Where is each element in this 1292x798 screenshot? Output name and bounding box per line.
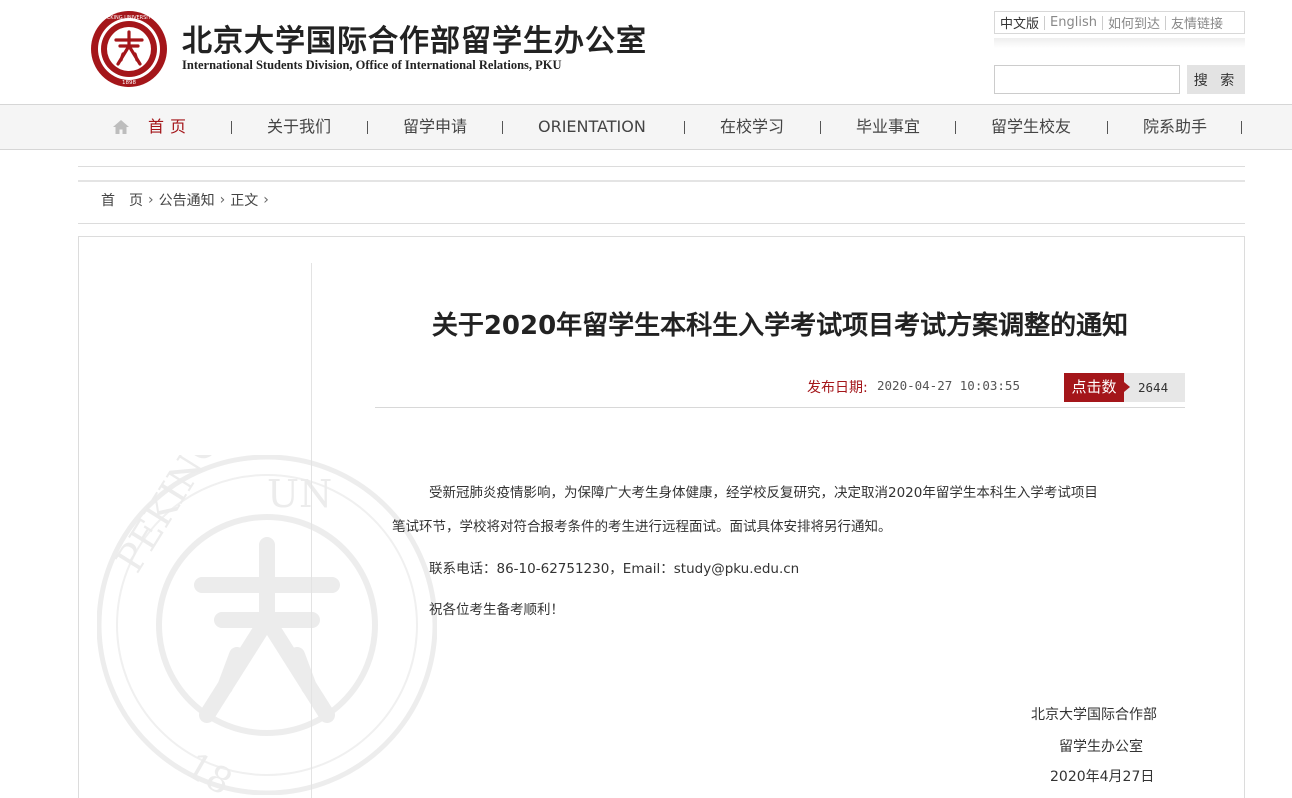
nav-divider	[367, 121, 368, 134]
pku-seal-watermark: PEKING UN 18	[97, 455, 437, 795]
hit-counter: 点击数 2644	[1064, 373, 1185, 402]
search-button[interactable]: 搜 索	[1187, 65, 1245, 94]
hit-counter-label: 点击数	[1064, 373, 1124, 402]
nav-divider	[955, 121, 956, 134]
nav-item-study[interactable]: 在校学习	[720, 105, 784, 149]
svg-text:UN: UN	[267, 472, 332, 516]
breadcrumb-home[interactable]: 首 页	[101, 190, 143, 210]
nav-item-home[interactable]: 首页	[148, 105, 192, 149]
nav-divider	[1241, 121, 1242, 134]
signature-date: 2020年4月27日	[1050, 769, 1155, 785]
how-to-get-here-link[interactable]: 如何到达	[1103, 13, 1165, 32]
content-top-rule-thick	[78, 180, 1245, 182]
nav-item-department-helper[interactable]: 院系助手	[1143, 105, 1207, 149]
nav-item-about-us[interactable]: 关于我们	[267, 105, 331, 149]
breadcrumb-current: 正文	[230, 193, 259, 209]
chevron-right-icon: ›	[148, 192, 154, 208]
nav-item-alumni[interactable]: 留学生校友	[991, 105, 1071, 149]
svg-text:1898: 1898	[122, 80, 136, 86]
nav-divider	[502, 121, 503, 134]
top-links-bar: 中文版 English 如何到达 友情链接	[994, 11, 1245, 34]
sidebar-divider	[311, 263, 312, 798]
lang-chinese-link[interactable]: 中文版	[995, 13, 1044, 32]
content-top-rule	[78, 166, 1245, 167]
pku-seal-logo[interactable]: PEKING UNIVERSITY 1898	[90, 10, 168, 88]
svg-text:PEKING: PEKING	[107, 455, 229, 580]
lang-english-link[interactable]: English	[1045, 15, 1102, 30]
breadcrumb: 首 页 › 公告通知 › 正文 ›	[101, 190, 274, 210]
breadcrumb-bottom-rule	[78, 223, 1245, 224]
article-contact: 联系电话：86-10-62751230，Email：study@pku.edu.…	[429, 561, 800, 577]
hit-counter-value: 2644	[1138, 380, 1169, 395]
top-links-shadow	[994, 38, 1245, 48]
svg-text:PEKING UNIVERSITY: PEKING UNIVERSITY	[104, 15, 155, 21]
site-header: PEKING UNIVERSITY 1898 北京大学国际合作部留学生办公室 I…	[0, 0, 1292, 104]
nav-item-application[interactable]: 留学申请	[403, 105, 467, 149]
article-container: PEKING UN 18 关于2020年留学生本科生入学考试项目考试方案调整的通…	[78, 236, 1245, 798]
meta-divider	[375, 407, 1185, 408]
article-paragraph: 祝各位考生备考顺利！	[429, 602, 564, 618]
nav-divider	[231, 121, 232, 134]
chevron-right-icon: ›	[219, 192, 226, 208]
nav-divider	[1107, 121, 1108, 134]
nav-divider	[684, 121, 685, 134]
article-title: 关于2020年留学生本科生入学考试项目考试方案调整的通知	[431, 311, 1129, 341]
house-icon[interactable]	[112, 119, 130, 135]
site-title-cn[interactable]: 北京大学国际合作部留学生办公室	[182, 16, 647, 60]
arrow-right-icon	[1124, 382, 1130, 392]
article-paragraph: 受新冠肺炎疫情影响，为保障广大考生身体健康，经学校反复研究，决定取消2020年留…	[429, 485, 1098, 501]
publish-date-value: 2020-04-27 10:03:55	[877, 378, 1020, 393]
signature-department: 北京大学国际合作部	[1031, 707, 1157, 723]
nav-item-graduation[interactable]: 毕业事宜	[856, 105, 920, 149]
site-title-en: International Students Division, Office …	[182, 58, 562, 72]
publish-date-label: 发布日期:	[807, 380, 868, 396]
search-input[interactable]	[994, 65, 1180, 94]
breadcrumb-notices[interactable]: 公告通知	[159, 190, 215, 210]
article-paragraph: 笔试环节，学校将对符合报考条件的考生进行远程面试。面试具体安排将另行通知。	[392, 519, 892, 535]
nav-divider	[820, 121, 821, 134]
chevron-right-icon: ›	[263, 192, 269, 208]
signature-office: 留学生办公室	[1059, 739, 1143, 755]
friendly-links-link[interactable]: 友情链接	[1166, 13, 1228, 32]
main-nav: 首页 关于我们 留学申请 ORIENTATION 在校学习 毕业事宜 留学生校友…	[0, 104, 1292, 150]
nav-item-orientation[interactable]: ORIENTATION	[538, 105, 646, 149]
